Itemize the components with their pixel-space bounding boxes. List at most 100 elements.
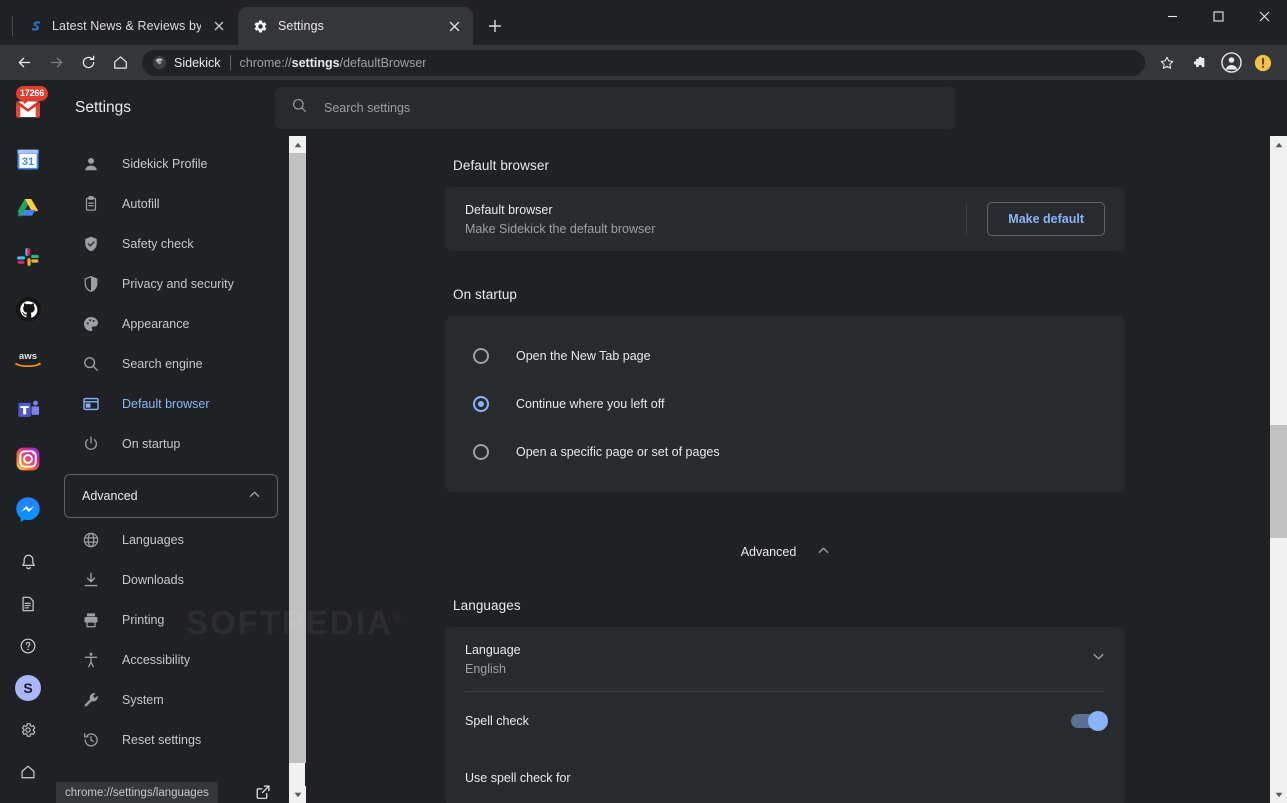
address-bar[interactable]: Sidekick chrome://settings/defaultBrowse… [142, 49, 1145, 76]
startup-option-label: Open a specific page or set of pages [516, 445, 720, 459]
spell-check-toggle[interactable] [1071, 710, 1108, 731]
app-rail-bottom: S [8, 543, 48, 803]
settings-gear-icon[interactable] [8, 711, 48, 749]
rail-app-instagram[interactable] [8, 439, 48, 479]
sidebar-item-privacy-and-security[interactable]: Privacy and security [56, 264, 276, 304]
default-browser-row: Default browser Make Sidekick the defaul… [445, 187, 1125, 251]
site-identity-chip[interactable]: Sidekick [152, 55, 221, 70]
sidebar-item-accessibility[interactable]: Accessibility [56, 640, 276, 680]
tab-settings[interactable]: Settings [238, 7, 473, 45]
sidebar-item-languages[interactable]: Languages [56, 520, 276, 560]
star-icon[interactable] [1153, 49, 1181, 77]
scroll-down-arrow-icon[interactable] [1270, 786, 1287, 803]
language-row[interactable]: Language English [445, 627, 1125, 691]
radio-button[interactable] [473, 348, 489, 364]
sidebar-item-safety-check[interactable]: Safety check [56, 224, 276, 264]
close-button[interactable] [1241, 0, 1287, 32]
sidebar-item-search-engine[interactable]: Search engine [56, 344, 276, 384]
scrollbar-thumb[interactable] [1270, 425, 1287, 538]
rail-app-google-drive[interactable] [8, 189, 48, 229]
home-icon[interactable] [8, 753, 48, 791]
svg-text:31: 31 [22, 156, 34, 168]
rail-app-slack[interactable] [8, 239, 48, 279]
startup-option-specific-page[interactable]: Open a specific page or set of pages [445, 428, 1125, 476]
avatar[interactable]: S [8, 669, 48, 707]
minimize-button[interactable] [1149, 0, 1195, 32]
gmail-unread-badge: 17266 [16, 86, 49, 104]
page-scrollbar[interactable] [1270, 136, 1287, 803]
clipboard-icon [81, 194, 101, 214]
scrollbar-thumb[interactable] [289, 153, 306, 763]
forward-icon[interactable] [42, 49, 70, 77]
radio-button-selected[interactable] [473, 396, 489, 412]
sidebar-item-label: Autofill [122, 197, 160, 211]
radio-button[interactable] [473, 444, 489, 460]
close-icon[interactable] [210, 17, 228, 35]
google-drive-icon [17, 198, 39, 218]
sidebar-advanced-group-toggle[interactable]: Advanced [64, 474, 278, 518]
new-tab-button[interactable] [481, 12, 509, 40]
rail-app-microsoft-teams[interactable] [8, 389, 48, 429]
sidebar-item-appearance[interactable]: Appearance [56, 304, 276, 344]
shield-check-icon [81, 234, 101, 254]
sidebar-item-on-startup[interactable]: On startup [56, 424, 276, 464]
scroll-up-arrow-icon[interactable] [289, 136, 306, 153]
rail-app-facebook-messenger[interactable] [8, 489, 48, 529]
close-icon[interactable] [445, 17, 463, 35]
notifications-icon[interactable] [8, 543, 48, 581]
google-calendar-icon: 31 [17, 149, 39, 170]
language-text: Language English [465, 643, 521, 676]
softpedia-logo-icon [26, 18, 43, 35]
search-icon [81, 354, 101, 374]
sidebar-item-system[interactable]: System [56, 680, 276, 720]
gear-icon [252, 18, 269, 35]
person-icon [81, 154, 101, 174]
accessibility-icon [81, 650, 101, 670]
sidekick-logo-icon [152, 55, 167, 70]
scroll-up-arrow-icon[interactable] [1270, 136, 1287, 153]
rail-app-aws[interactable]: aws [8, 339, 48, 379]
page-title: Settings [75, 99, 132, 116]
sidebar-item-reset-settings[interactable]: Reset settings [56, 720, 276, 760]
settings-menu-scrollbar[interactable] [288, 136, 306, 803]
sidebar-item-label: Accessibility [122, 653, 191, 667]
sidebar-item-autofill[interactable]: Autofill [56, 184, 276, 224]
url-bold: settings [291, 55, 340, 70]
spell-check-label: Spell check [465, 713, 529, 728]
scroll-down-arrow-icon[interactable] [289, 786, 306, 803]
startup-option-continue[interactable]: Continue where you left off [445, 380, 1125, 428]
use-spell-check-for-row[interactable]: Use spell check for [445, 749, 1125, 803]
sidebar-item-printing[interactable]: Printing [56, 600, 276, 640]
make-default-button[interactable]: Make default [987, 202, 1105, 236]
reload-icon[interactable] [74, 49, 102, 77]
search-settings-input[interactable]: Search settings [275, 87, 955, 129]
sidebar-item-sidekick-profile[interactable]: Sidekick Profile [56, 144, 276, 184]
status-url: chrome://settings/languages [65, 786, 209, 799]
advanced-section-toggle[interactable]: Advanced [445, 528, 1125, 576]
scrollbar-track-top[interactable] [1270, 153, 1287, 425]
startup-option-new-tab[interactable]: Open the New Tab page [445, 332, 1125, 380]
spell-check-row[interactable]: Spell check [445, 692, 1125, 749]
open-external-icon[interactable] [255, 784, 271, 800]
back-icon[interactable] [10, 49, 38, 77]
rail-app-github[interactable] [8, 289, 48, 329]
site-identity-label: Sidekick [174, 55, 221, 70]
chevron-down-icon[interactable] [1092, 650, 1105, 668]
rail-app-google-calendar[interactable]: 31 [8, 139, 48, 179]
search-icon [291, 97, 308, 119]
tab-softpedia[interactable]: Latest News & Reviews by Softpe [12, 7, 238, 45]
puzzle-icon[interactable] [1185, 49, 1213, 77]
help-icon[interactable] [8, 627, 48, 665]
sidebar-item-default-browser[interactable]: Default browser [56, 384, 276, 424]
toolbar-right-icons [1151, 49, 1279, 77]
omnibox-divider [229, 55, 231, 70]
update-alert-icon[interactable] [1249, 49, 1277, 77]
account-icon[interactable] [1217, 49, 1245, 77]
sidebar-item-downloads[interactable]: Downloads [56, 560, 276, 600]
rail-app-gmail[interactable]: 17266 [8, 86, 49, 129]
notes-icon[interactable] [8, 585, 48, 623]
instagram-icon [16, 447, 40, 471]
home-icon[interactable] [106, 49, 134, 77]
maximize-button[interactable] [1195, 0, 1241, 32]
palette-icon [81, 314, 101, 334]
